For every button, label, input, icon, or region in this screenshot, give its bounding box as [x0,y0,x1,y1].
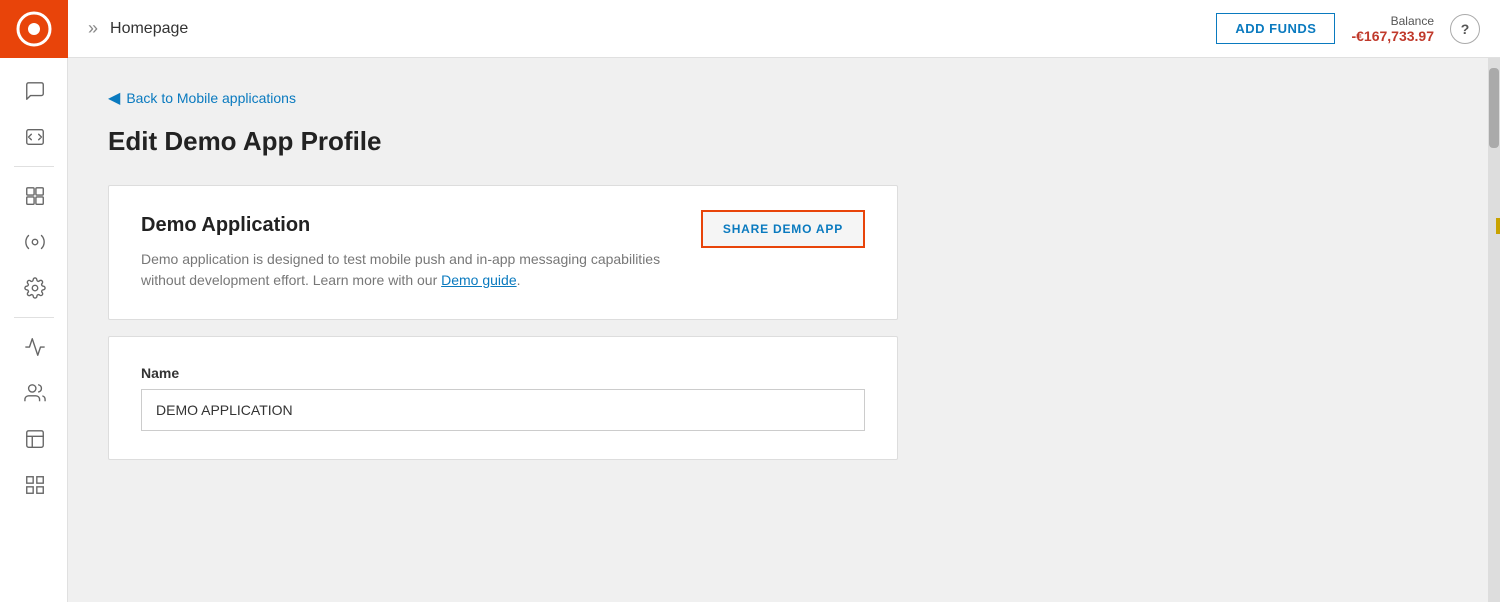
scrollbar-track[interactable] [1488,58,1500,602]
sidebar-item-templates[interactable] [0,173,67,219]
back-link[interactable]: ◀ Back to Mobile applications [108,88,1448,108]
logo[interactable] [0,0,68,58]
back-link-text: Back to Mobile applications [126,90,296,106]
scrollbar-marker [1496,218,1500,234]
card-top: Demo Application Demo application is des… [141,214,865,291]
name-input[interactable] [141,389,865,431]
balance-label: Balance [1351,14,1434,28]
sidebar-nav [0,58,67,602]
sidebar-item-grid[interactable] [0,462,67,508]
topbar-title: Homepage [110,20,1216,38]
balance-value: -€167,733.97 [1351,28,1434,44]
card-title: Demo Application [141,214,701,237]
card-content: Demo Application Demo application is des… [141,214,701,291]
sidebar [0,0,68,602]
topbar: » Homepage ADD FUNDS Balance -€167,733.9… [68,0,1500,58]
balance-block: Balance -€167,733.97 [1351,14,1434,44]
sidebar-divider-2 [14,317,54,318]
name-label: Name [141,365,865,381]
sidebar-item-audience[interactable] [0,370,67,416]
sidebar-item-settings[interactable] [0,265,67,311]
sidebar-item-messages[interactable] [0,68,67,114]
add-funds-button[interactable]: ADD FUNDS [1216,13,1335,44]
sidebar-divider [14,166,54,167]
sidebar-item-analytics[interactable] [0,324,67,370]
page-content: ◀ Back to Mobile applications Edit Demo … [68,58,1488,602]
card-desc-text2: . [517,272,521,288]
card-desc-text1: Demo application is designed to test mob… [141,251,660,288]
page-title: Edit Demo App Profile [108,126,1448,157]
sidebar-item-developer[interactable] [0,114,67,160]
scrollbar-thumb[interactable] [1489,68,1499,148]
main-area: » Homepage ADD FUNDS Balance -€167,733.9… [68,0,1500,602]
demo-app-card: Demo Application Demo application is des… [108,185,898,320]
card-description: Demo application is designed to test mob… [141,249,701,291]
share-demo-app-button[interactable]: SHARE DEMO APP [701,210,865,248]
expand-icon[interactable]: » [88,18,98,39]
back-arrow-icon: ◀ [108,88,120,108]
topbar-right: ADD FUNDS Balance -€167,733.97 ? [1216,13,1480,44]
sidebar-item-automation[interactable] [0,219,67,265]
form-card: Name [108,336,898,460]
help-button[interactable]: ? [1450,14,1480,44]
sidebar-item-reports[interactable] [0,416,67,462]
demo-guide-link[interactable]: Demo guide [441,272,517,288]
